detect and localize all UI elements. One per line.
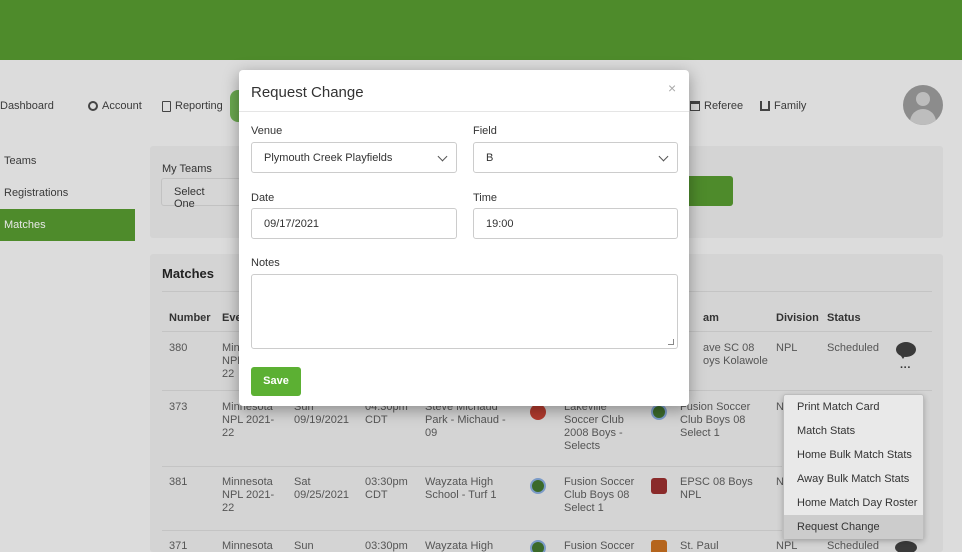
- menu-print-match-card[interactable]: Print Match Card: [784, 395, 923, 419]
- away-team-logo-icon: [651, 540, 667, 552]
- menu-match-stats[interactable]: Match Stats: [784, 419, 923, 443]
- menu-away-bulk-stats[interactable]: Away Bulk Match Stats: [784, 467, 923, 491]
- time-input[interactable]: 19:00: [473, 208, 678, 239]
- top-header-bar: [0, 0, 962, 60]
- row-373-event: Minnesota NPL 2021- 22: [222, 401, 275, 439]
- calendar-icon: [690, 101, 700, 111]
- row-371-venue: Wayzata High: [425, 540, 494, 552]
- col-division-header: Division: [776, 312, 819, 324]
- date-value: 09/17/2021: [264, 218, 320, 230]
- row-371-time: 03:30pm: [365, 540, 408, 552]
- time-value: 19:00: [486, 218, 514, 230]
- time-label: Time: [473, 192, 498, 204]
- date-label: Date: [251, 192, 275, 204]
- sidebar-item-teams[interactable]: Teams: [0, 145, 135, 177]
- referee-label: Referee: [704, 100, 744, 112]
- chevron-down-icon: [658, 151, 669, 162]
- field-label: Field: [473, 125, 497, 137]
- sidebar-item-registrations[interactable]: Registrations: [0, 177, 135, 209]
- nav-reporting[interactable]: Reporting: [162, 100, 223, 112]
- nav-account[interactable]: Account: [88, 100, 142, 112]
- date-input[interactable]: 09/17/2021: [251, 208, 457, 239]
- venue-label: Venue: [251, 125, 283, 137]
- away-team-logo-icon: [651, 404, 667, 420]
- row-380-number: 380: [169, 342, 188, 354]
- row-373-number: 373: [169, 401, 188, 413]
- row-373-venue: Steve Michaud Park - Michaud - 09: [425, 401, 506, 439]
- menu-home-roster[interactable]: Home Match Day Roster: [784, 491, 923, 515]
- home-team-logo-icon: [530, 540, 546, 552]
- row-381-event: Minnesota NPL 2021- 22: [222, 476, 275, 514]
- row-divider: [162, 530, 782, 531]
- save-button[interactable]: Save: [251, 367, 301, 396]
- row-divider: [162, 466, 782, 467]
- field-value: B: [486, 152, 494, 164]
- row-371-division: NPL: [776, 540, 798, 552]
- row-actions-menu: Print Match Card Match Stats Home Bulk M…: [783, 394, 924, 539]
- row-380-division: NPL: [776, 342, 798, 354]
- row-381-venue: Wayzata High School - Turf 1: [425, 476, 497, 501]
- notes-label: Notes: [251, 257, 280, 269]
- sidebar-item-matches[interactable]: Matches: [0, 209, 135, 241]
- modal-header-divider: [239, 111, 689, 112]
- home-team-logo-icon: [530, 404, 546, 420]
- away-team-logo-icon: [651, 478, 667, 494]
- venue-value: Plymouth Creek Playfields: [264, 152, 393, 164]
- row-371-status: Scheduled: [827, 540, 879, 552]
- row-371-event: Minnesota: [222, 540, 273, 552]
- user-avatar[interactable]: [903, 85, 943, 125]
- venue-select[interactable]: Plymouth Creek Playfields: [251, 142, 457, 173]
- my-teams-select[interactable]: Select One: [161, 178, 241, 210]
- account-label: Account: [102, 100, 142, 112]
- nav-family[interactable]: Family: [760, 100, 806, 112]
- sidebar-item-label: Teams: [4, 155, 37, 167]
- col-away-header: am: [703, 312, 719, 324]
- row-371-home: Fusion Soccer: [564, 540, 635, 552]
- menu-home-bulk-stats[interactable]: Home Bulk Match Stats: [784, 443, 923, 467]
- row-371-number: 371: [169, 540, 188, 552]
- menu-request-change[interactable]: Request Change: [784, 515, 923, 539]
- close-icon[interactable]: ×: [668, 80, 676, 96]
- field-select[interactable]: B: [473, 142, 678, 173]
- nav-dashboard[interactable]: Dashboard: [0, 100, 54, 112]
- row-381-number: 381: [169, 476, 188, 488]
- sidebar-item-label: Registrations: [4, 187, 69, 199]
- home-team-logo-icon: [530, 478, 546, 494]
- my-teams-label: My Teams: [162, 163, 212, 175]
- sidebar-item-label: Matches: [4, 219, 46, 231]
- chevron-down-icon: [437, 151, 448, 162]
- request-change-modal: Request Change × Venue Plymouth Creek Pl…: [239, 70, 689, 406]
- row-371-date: Sun: [294, 540, 314, 552]
- sidebar: Teams Registrations Matches: [0, 145, 135, 241]
- row-380-status: Scheduled: [827, 342, 879, 354]
- row-381-date: Sat 09/25/2021: [294, 476, 350, 501]
- row-381-away: EPSC 08 Boys NPL: [680, 476, 753, 501]
- row-373-away: Fusion Soccer Club Boys 08 Select 1: [680, 401, 751, 439]
- family-label: Family: [774, 100, 807, 112]
- modal-title: Request Change: [251, 84, 364, 101]
- col-status-header: Status: [827, 312, 861, 324]
- row-371-away: St. Paul: [680, 540, 719, 552]
- row-381-time: 03:30pm CDT: [365, 476, 408, 501]
- account-icon: [88, 101, 98, 111]
- family-icon: [760, 101, 770, 111]
- matches-title: Matches: [162, 266, 215, 281]
- col-number-header: Number: [169, 312, 211, 324]
- resize-handle-icon[interactable]: [668, 339, 674, 345]
- notes-textarea[interactable]: [251, 274, 678, 349]
- report-icon: [162, 100, 171, 112]
- dashboard-label: Dashboard: [0, 100, 54, 112]
- reporting-label: Reporting: [175, 100, 223, 112]
- row-373-home: Lakeville Soccer Club 2008 Boys - Select…: [564, 401, 624, 452]
- more-actions-icon[interactable]: ···: [900, 362, 911, 374]
- nav-referee[interactable]: Referee: [690, 100, 743, 112]
- row-380-away: ave SC 08 oys Kolawole: [703, 342, 768, 367]
- row-381-home: Fusion Soccer Club Boys 08 Select 1: [564, 476, 635, 514]
- chat-icon[interactable]: [896, 342, 916, 359]
- chat-icon[interactable]: [895, 541, 917, 552]
